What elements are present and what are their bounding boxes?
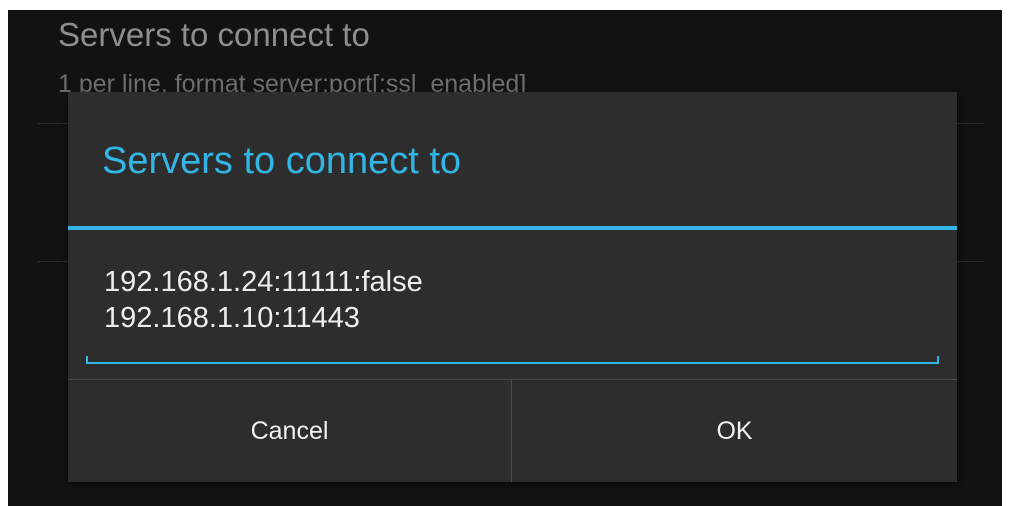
dialog-title: Servers to connect to <box>102 140 462 182</box>
title-divider <box>68 226 957 230</box>
servers-dialog: Servers to connect to 192.168.1.24:11111… <box>68 92 957 482</box>
field-underline <box>86 362 939 364</box>
ok-button[interactable]: OK <box>512 380 957 482</box>
servers-edit-field[interactable]: 192.168.1.24:11111:false 192.168.1.10:11… <box>86 252 939 364</box>
field-line: 192.168.1.24:11111:false <box>104 266 423 298</box>
field-line: 192.168.1.10:11443 <box>104 302 360 334</box>
screen: Servers to connect to 1 per line, format… <box>8 10 1002 506</box>
cancel-button[interactable]: Cancel <box>68 380 511 482</box>
preference-title: Servers to connect to <box>58 16 370 53</box>
field-underline-tick <box>86 356 88 364</box>
field-underline-tick <box>937 356 939 364</box>
